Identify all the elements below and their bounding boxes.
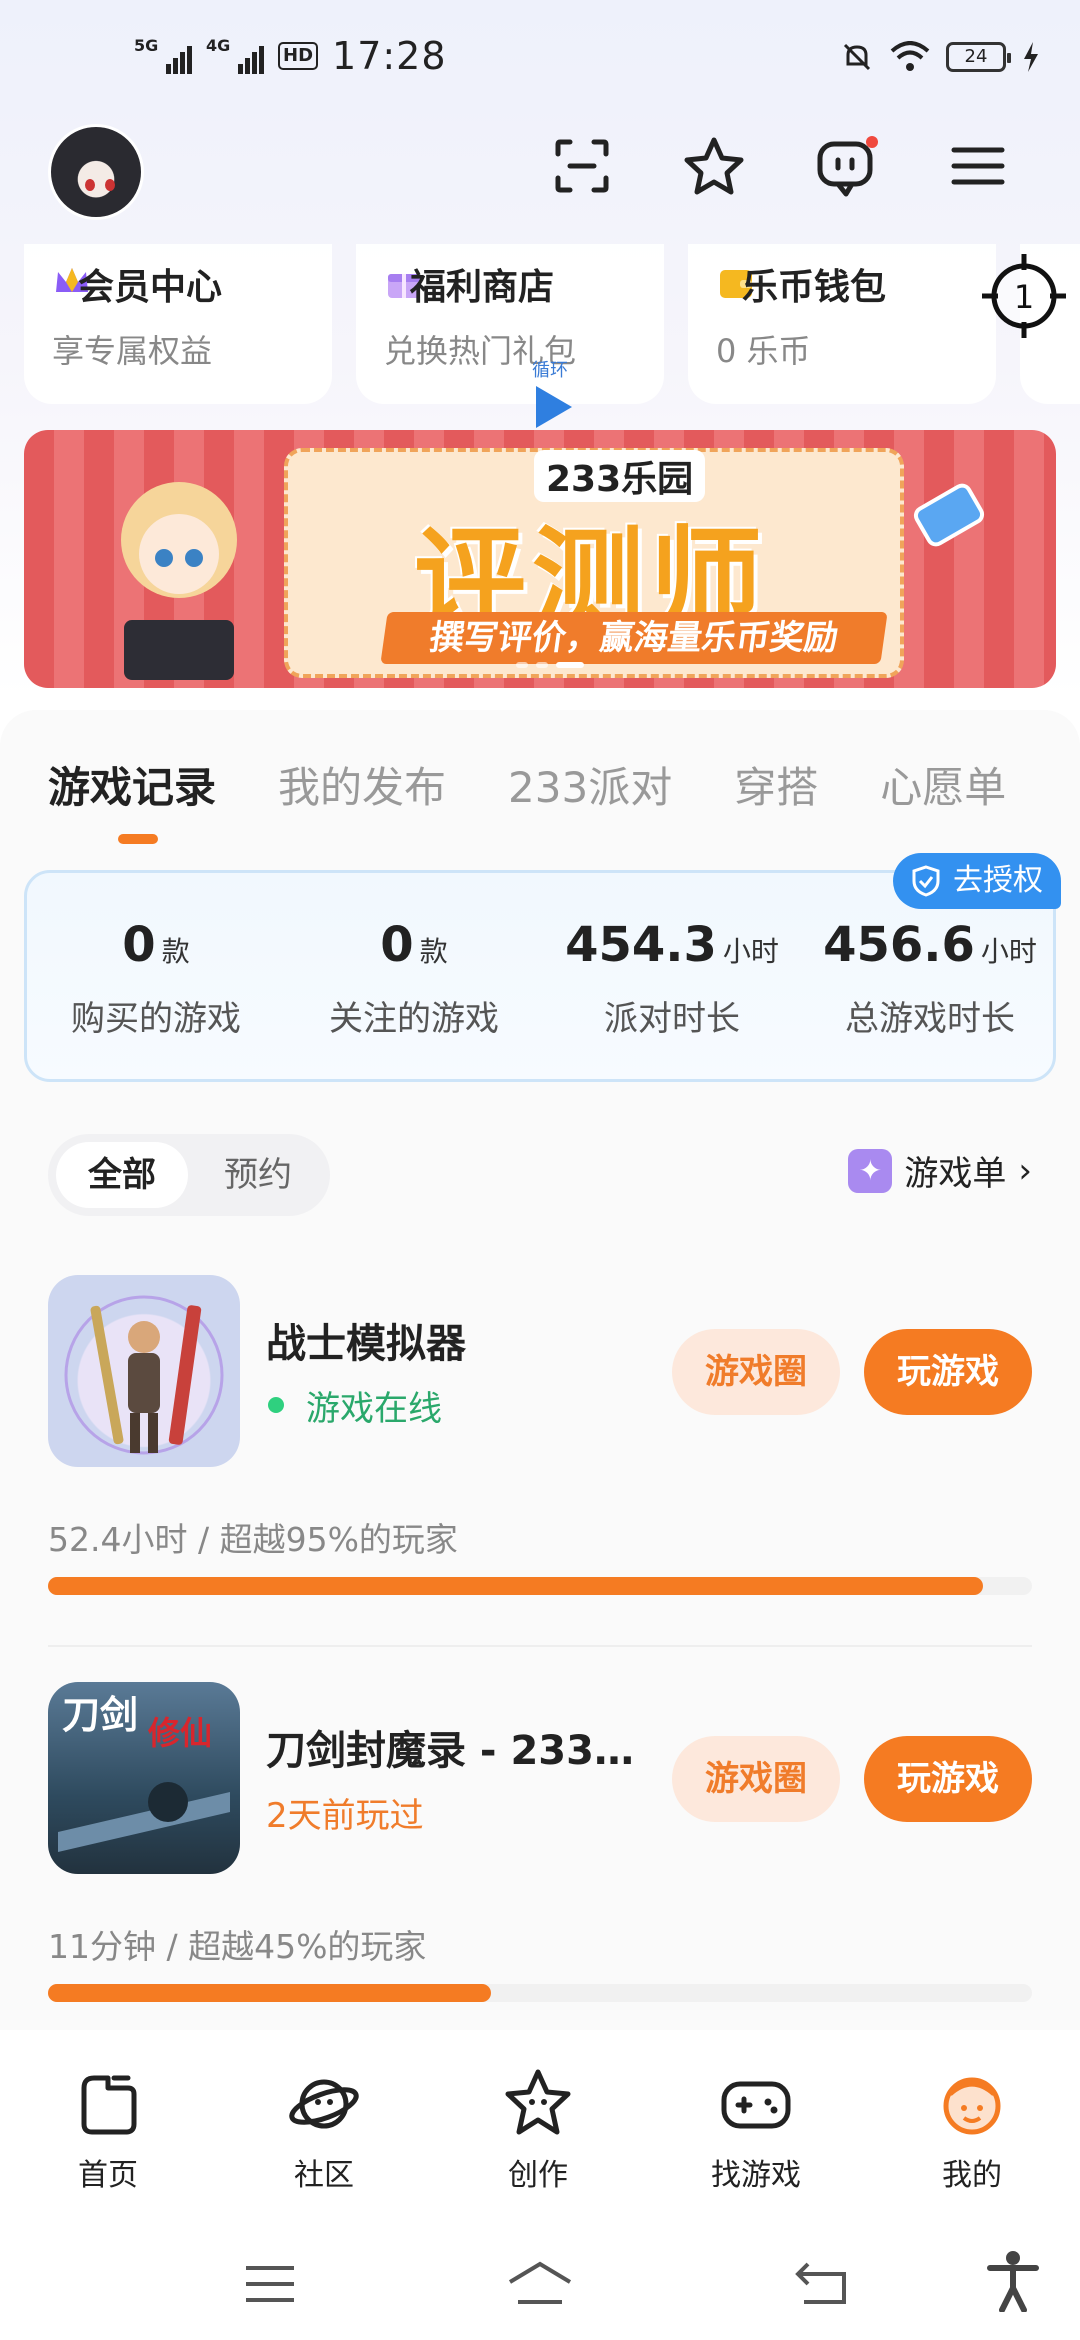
game-row[interactable]: 刀剑 修仙 刀剑封魔录 - 233… 2天前玩过 游戏圈 玩游戏 11分钟 / … [48,1682,1032,2062]
hd-voice-icon: HD [278,42,319,70]
signal-5g-icon: 5G [134,36,192,74]
eraser-icon [913,483,985,547]
nav-me[interactable]: 我的 [902,2064,1042,2194]
scan-icon[interactable] [546,130,618,202]
profile-tabs: 游戏记录 我的发布 233派对 穿搭 心愿单 [48,754,1006,815]
filter-reserved[interactable]: 预约 [192,1142,324,1208]
game-playtime-stat: 11分钟 / 超越45%的玩家 [48,1927,427,1966]
play-game-button[interactable]: 玩游戏 [864,1736,1032,1822]
avatar-eye-left [85,179,95,191]
game-name: 战士模拟器 [266,1321,466,1367]
thumb-title-1: 刀剑 [62,1693,138,1737]
star-create-icon [505,2069,571,2135]
recent-apps-icon[interactable] [244,2264,296,2304]
game-list-link[interactable]: ✦ 游戏单 › [848,1146,1032,1195]
banner-subtitle: 撰写评价，赢海量乐币奖励 [380,612,888,664]
row-divider [48,1645,1032,1647]
system-navigation-bar [0,2220,1080,2340]
stat-followed-games[interactable]: 0款 关注的游戏 [285,917,543,1040]
playtime-progress-fill [48,1984,491,2002]
battery-icon: 24 [946,42,1011,72]
tab-wishlist[interactable]: 心愿单 [880,754,1006,815]
thumb-title-2: 修仙 [147,1714,212,1752]
avatar-eye-right [105,179,115,191]
nav-create[interactable]: 创作 [468,2064,608,2194]
signal-4g-icon: 4G [206,36,264,74]
tab-233-party[interactable]: 233派对 [508,754,672,815]
playtime-progress-bar [48,1577,1032,1595]
sword-game-illustration: 刀剑 修仙 [58,1693,230,1852]
stats-card: 0款 购买的游戏 0款 关注的游戏 454.3 小时 派对时长 456.6 小时 总… [24,853,1061,1082]
active-tab-indicator [118,834,158,844]
clock: 17:28 [332,34,447,78]
nav-community[interactable]: 社区 [254,2064,394,2194]
tab-game-records[interactable]: 游戏记录 [48,754,216,815]
filter-all[interactable]: 全部 [56,1142,188,1208]
banner-character-illustration [121,482,237,680]
bottom-navigation: 首页 社区 创作 找游戏 我的 [0,2040,1080,2210]
menu-icon[interactable] [942,130,1014,202]
game-playtime-stat: 52.4小时 / 超越95%的玩家 [48,1520,458,1559]
stat-total-game-hours[interactable]: 456.6 小时 总游戏时长 [801,917,1059,1040]
coin-wallet-card[interactable]: 乐币钱包 0 乐币 [688,244,996,404]
stat-party-hours[interactable]: 454.3 小时 派对时长 [543,917,801,1040]
back-icon[interactable] [794,2260,850,2306]
game-name: 刀剑封魔录 - 233… [266,1728,634,1774]
play-game-button[interactable]: 玩游戏 [864,1329,1032,1415]
avatar[interactable] [48,124,144,220]
gamepad-icon [721,2081,791,2129]
sparkle-icon: ✦ [848,1148,893,1193]
playtime-progress-bar [48,1984,1032,2002]
charging-bolt-icon [1024,42,1038,72]
accessibility-icon[interactable] [986,2250,1040,2312]
status-bar: 5G 4G HD 17:28 24 [0,0,1080,120]
authorize-button[interactable]: 去授权 [893,853,1061,909]
game-thumbnail[interactable]: 刀剑 修仙 [48,1682,240,1874]
chevron-right-icon: › [1018,1150,1032,1191]
loop-play-overlay[interactable]: 循环 [510,356,596,436]
profile-face-icon [943,2077,1001,2135]
game-status: 2天前玩过 [266,1796,424,1836]
vip-center-card[interactable]: 会员中心 享专属权益 [24,244,332,404]
game-circle-button[interactable]: 游戏圈 [672,1329,840,1415]
nav-find-games[interactable]: 找游戏 [686,2064,826,2194]
content-sheet: 游戏记录 我的发布 233派对 穿搭 心愿单 0款 购买的游戏 0款 关注的游戏… [0,710,1080,2030]
message-icon[interactable] [810,130,882,202]
game-circle-button[interactable]: 游戏圈 [672,1736,840,1822]
marker-number: 1 [1014,278,1034,316]
shield-check-icon [912,865,940,897]
tab-outfits[interactable]: 穿搭 [734,754,818,815]
home-system-icon[interactable] [506,2260,574,2306]
profile-page: 5G 4G HD 17:28 24 会员中心 享专属权益 福利商店 兑换热门礼包… [0,0,1080,2340]
play-icon [536,386,572,428]
record-filter: 全部 预约 [48,1134,330,1216]
home-icon [81,2075,137,2135]
warrior-illustration [64,1295,224,1455]
game-status: 游戏在线 [266,1381,442,1430]
banner-pager [516,662,584,668]
playtime-progress-fill [48,1577,983,1595]
game-row[interactable]: 战士模拟器 游戏在线 游戏圈 玩游戏 52.4小时 / 超越95%的玩家 [48,1275,1032,1655]
nav-home[interactable]: 首页 [38,2064,178,2194]
reviewer-banner[interactable]: 233乐园 评测师 撰写评价，赢海量乐币奖励 [24,430,1056,688]
crosshair-marker-icon[interactable]: 1 [978,250,1070,342]
planet-icon [289,2079,359,2129]
game-thumbnail[interactable] [48,1275,240,1467]
wifi-icon [890,41,930,71]
stat-purchased-games[interactable]: 0款 购买的游戏 [27,917,285,1040]
mute-bell-icon [843,43,871,71]
star-badge-icon[interactable] [678,130,750,202]
tab-my-posts[interactable]: 我的发布 [278,754,446,815]
